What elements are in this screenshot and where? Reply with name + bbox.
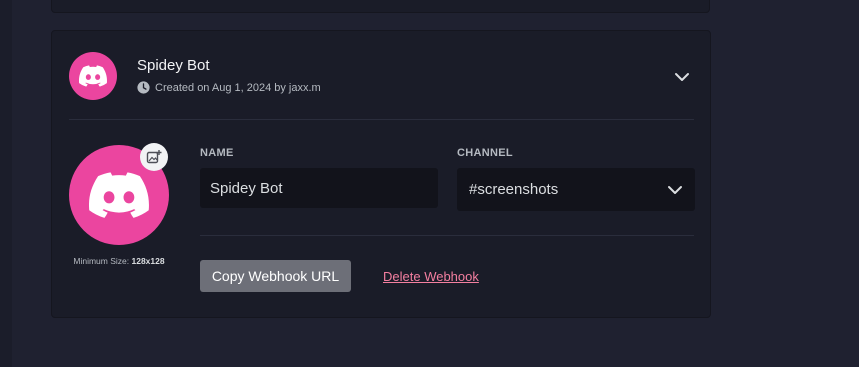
name-label: NAME <box>200 147 234 159</box>
header-divider <box>69 119 694 120</box>
discord-logo-icon <box>79 65 107 87</box>
created-text: Created on Aug 1, 2024 by jaxx.m <box>155 81 321 94</box>
webhook-title: Spidey Bot <box>137 57 210 74</box>
name-input[interactable] <box>200 168 438 208</box>
collapse-toggle[interactable] <box>672 67 692 87</box>
channel-label: CHANNEL <box>457 147 513 159</box>
min-size-value: 128x128 <box>131 256 165 266</box>
chevron-down-icon <box>675 73 689 81</box>
min-size-label: Minimum Size: <box>73 256 130 266</box>
scrollbar-gutter <box>0 0 12 367</box>
channel-select[interactable]: #screenshots <box>457 168 695 211</box>
chevron-down-icon <box>668 185 682 194</box>
clock-icon <box>137 81 150 94</box>
image-upload-button[interactable] <box>140 143 168 171</box>
created-info: Created on Aug 1, 2024 by jaxx.m <box>137 81 321 94</box>
discord-logo-icon <box>89 172 149 218</box>
copy-webhook-url-button[interactable]: Copy Webhook URL <box>200 260 351 292</box>
channel-value: #screenshots <box>469 181 559 198</box>
form-divider <box>200 235 694 236</box>
image-upload-icon <box>146 150 162 164</box>
previous-webhook-card <box>51 0 710 13</box>
delete-webhook-link[interactable]: Delete Webhook <box>383 269 479 284</box>
webhook-header-avatar <box>69 52 117 100</box>
webhook-card: Spidey Bot Created on Aug 1, 2024 by jax… <box>51 30 711 318</box>
minimum-size-hint: Minimum Size: 128x128 <box>69 256 169 266</box>
